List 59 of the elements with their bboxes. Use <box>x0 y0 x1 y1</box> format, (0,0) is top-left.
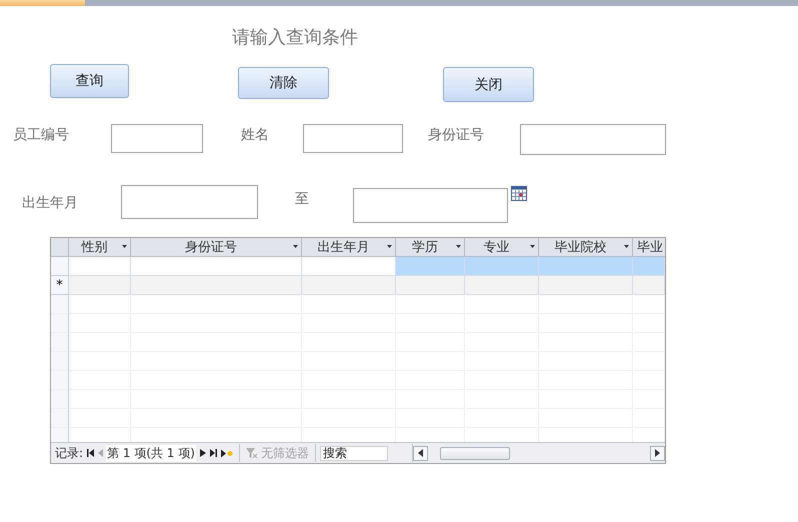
last-record-icon[interactable] <box>210 449 217 457</box>
dropdown-icon[interactable] <box>387 245 392 248</box>
field-label: 身份证号 <box>428 126 485 144</box>
column-header[interactable]: 毕业 <box>633 238 665 257</box>
right-arrow-icon <box>655 449 660 457</box>
input-field[interactable] <box>121 185 258 219</box>
field-label: 出生年月 <box>22 194 79 212</box>
field-label: 至 <box>295 190 310 208</box>
table-cell[interactable] <box>465 257 539 276</box>
column-header[interactable]: 身份证号 <box>131 238 302 257</box>
table-cell[interactable] <box>633 276 665 295</box>
select-all-corner[interactable] <box>51 238 69 257</box>
table-cell[interactable] <box>539 276 633 295</box>
scrollbar-thumb[interactable] <box>440 446 510 460</box>
form-button[interactable]: 清除 <box>238 67 329 99</box>
field-label: 员工编号 <box>13 126 70 144</box>
dropdown-icon[interactable] <box>530 245 535 248</box>
calendar-icon[interactable] <box>511 186 527 201</box>
field-label: 姓名 <box>241 126 270 144</box>
table-cell[interactable] <box>69 257 131 276</box>
table-cell[interactable] <box>131 257 302 276</box>
table-cell[interactable] <box>302 257 396 276</box>
table-cell[interactable] <box>465 276 539 295</box>
record-label: 记录: <box>55 444 84 462</box>
scroll-left-button[interactable] <box>412 446 428 460</box>
form-button[interactable]: 关闭 <box>443 67 534 102</box>
table-cell[interactable] <box>131 276 302 295</box>
table-cell[interactable] <box>69 276 131 295</box>
row-selector[interactable] <box>51 257 69 276</box>
new-record-icon[interactable] <box>220 448 233 458</box>
form-button[interactable]: 查询 <box>50 64 129 98</box>
table-cell[interactable] <box>539 257 633 276</box>
next-record-icon[interactable] <box>200 449 206 457</box>
previous-record-icon[interactable] <box>98 449 104 457</box>
input-field[interactable] <box>111 124 203 153</box>
table-cell[interactable] <box>396 257 465 276</box>
column-header[interactable]: 学历 <box>396 238 465 257</box>
search-field[interactable]: 搜索 <box>320 446 388 460</box>
column-header[interactable]: 性别 <box>69 238 131 257</box>
first-record-icon[interactable] <box>87 449 94 457</box>
input-field[interactable] <box>520 124 666 155</box>
table-cell[interactable] <box>633 257 665 276</box>
filter-icon <box>246 448 258 458</box>
record-position[interactable]: 第 1 项(共 1 项) <box>106 444 196 462</box>
dropdown-icon[interactable] <box>456 245 461 248</box>
dropdown-icon[interactable] <box>293 245 298 248</box>
column-header[interactable]: 专业 <box>465 238 539 257</box>
dropdown-icon[interactable] <box>624 245 629 248</box>
scroll-right-button[interactable] <box>650 446 665 460</box>
new-record-marker: * <box>51 276 69 295</box>
input-field[interactable] <box>353 188 508 223</box>
dropdown-icon[interactable] <box>122 245 127 248</box>
column-header[interactable]: 毕业院校 <box>539 238 633 257</box>
table-cell[interactable] <box>396 276 465 295</box>
table-cell[interactable] <box>302 276 396 295</box>
left-arrow-icon <box>418 449 423 457</box>
form-title: 请输入查询条件 <box>232 26 359 50</box>
column-header[interactable]: 出生年月 <box>302 238 396 257</box>
input-field[interactable] <box>303 124 403 153</box>
